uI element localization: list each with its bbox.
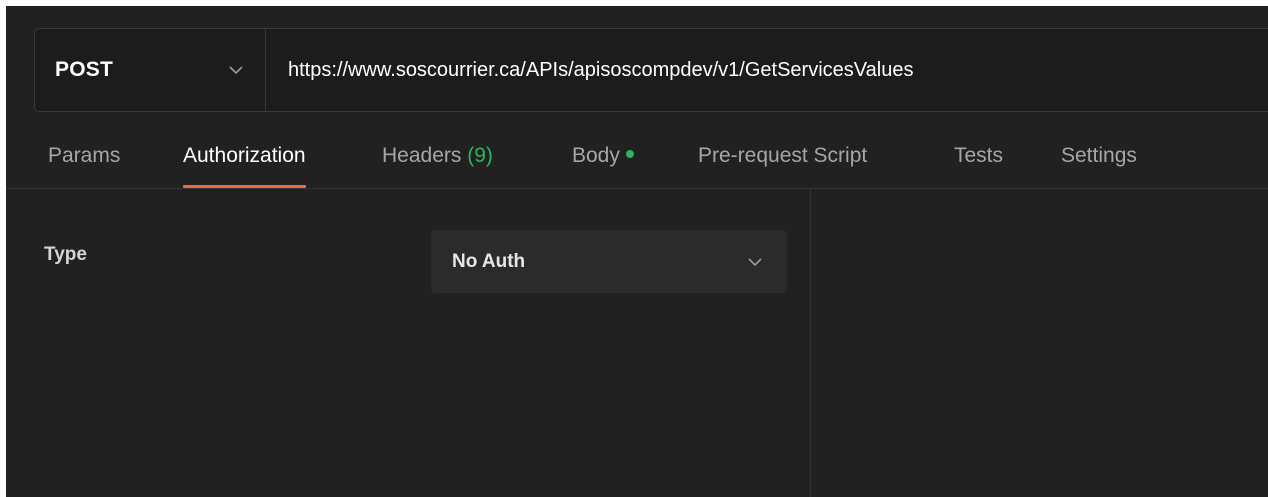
tab-tests-label: Tests: [954, 144, 1004, 167]
right-pane: [811, 189, 1268, 497]
active-tab-underline: [183, 185, 306, 188]
method-select[interactable]: POST: [35, 29, 266, 111]
tab-body-label: Body: [572, 144, 620, 167]
tab-body[interactable]: Body: [572, 144, 634, 188]
tab-authorization[interactable]: Authorization: [183, 144, 306, 188]
tab-params-label: Params: [48, 144, 121, 167]
tab-settings-label: Settings: [1061, 144, 1137, 167]
tab-pre-request-script-label: Pre-request Script: [698, 144, 868, 167]
tab-params[interactable]: Params: [48, 144, 120, 188]
tab-pre-request-script[interactable]: Pre-request Script: [698, 144, 867, 188]
auth-type-value: No Auth: [452, 250, 526, 272]
tab-headers-label: Headers: [382, 144, 462, 167]
tab-tests[interactable]: Tests: [954, 144, 1003, 188]
tab-headers[interactable]: Headers (9): [382, 144, 493, 188]
chevron-down-icon: [229, 66, 243, 75]
headers-count-badge: (9): [467, 144, 493, 167]
request-bar: POST https://www.soscourrier.ca/APIs/api…: [34, 28, 1268, 112]
auth-type-select[interactable]: No Auth: [431, 230, 787, 293]
request-tabs: Params Authorization Headers (9) Body Pr…: [6, 134, 1268, 189]
dot-icon: [625, 150, 634, 159]
authorization-pane: Type No Auth: [6, 189, 811, 497]
tab-authorization-label: Authorization: [183, 144, 306, 167]
chevron-down-icon: [748, 257, 762, 266]
url-input[interactable]: https://www.soscourrier.ca/APIs/apisosco…: [266, 29, 1268, 111]
tab-settings[interactable]: Settings: [1061, 144, 1137, 188]
method-label: POST: [55, 58, 113, 81]
postman-request-editor: POST https://www.soscourrier.ca/APIs/api…: [6, 6, 1268, 497]
auth-type-label: Type: [44, 244, 87, 265]
